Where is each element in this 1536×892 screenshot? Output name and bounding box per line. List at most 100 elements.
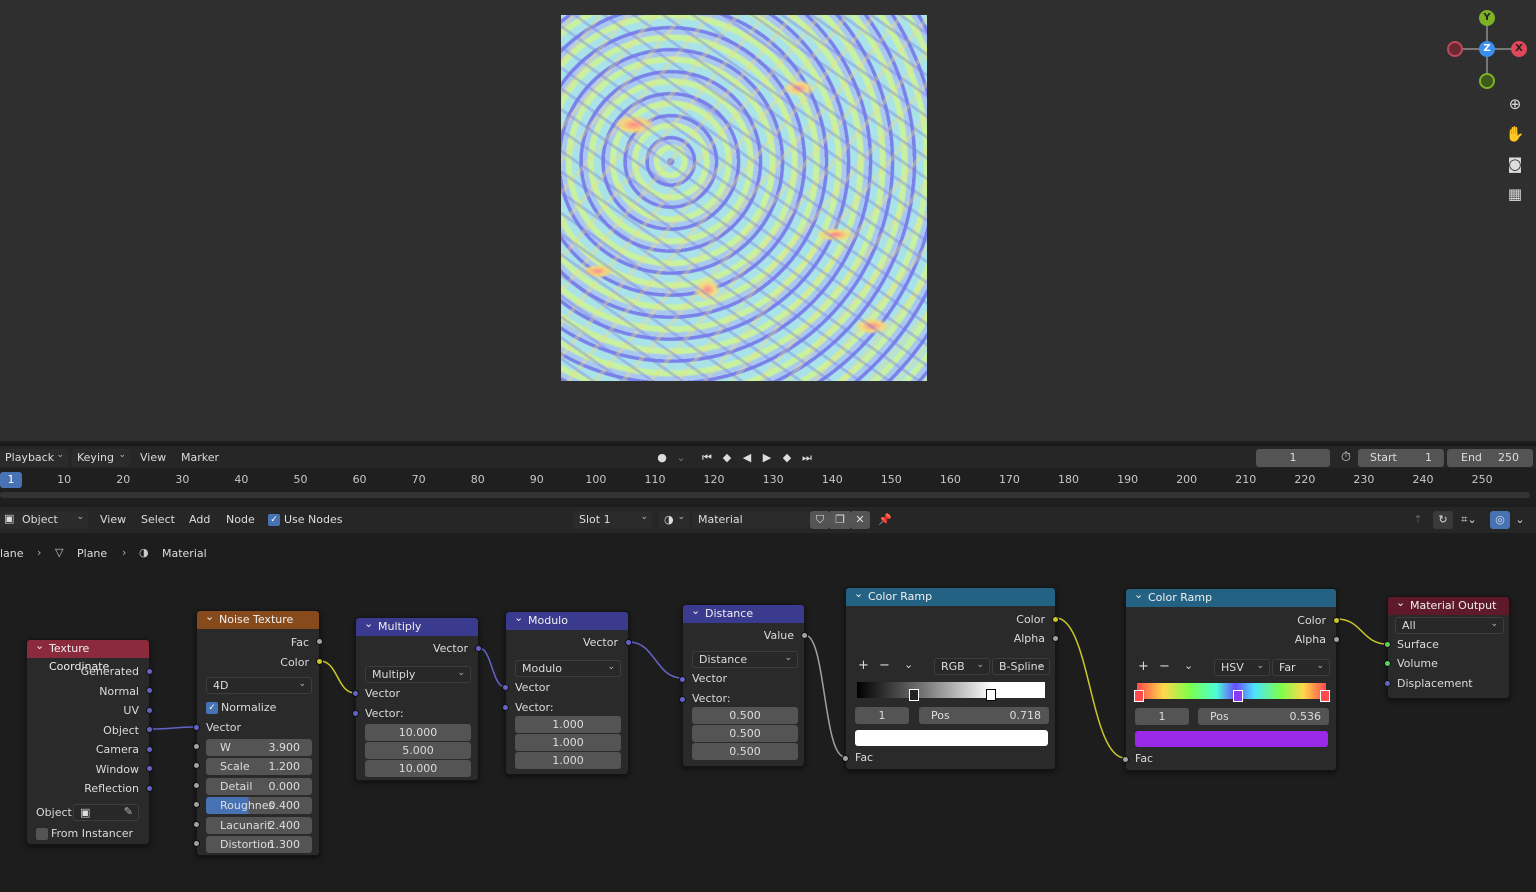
node-title[interactable]: Color Ramp bbox=[846, 585, 1055, 606]
stop-pos-field[interactable]: Pos 0.718 bbox=[919, 707, 1049, 724]
output-socket[interactable] bbox=[146, 746, 153, 753]
overlays-dropdown-icon[interactable]: ⌄ bbox=[1510, 511, 1530, 529]
remove-stop-icon[interactable]: − bbox=[1159, 659, 1170, 674]
vector-x-field[interactable]: 10.000 bbox=[365, 724, 471, 741]
stopwatch-icon[interactable]: ⏱ bbox=[1336, 449, 1356, 467]
node-multiply[interactable]: Multiply Vector Multiply⌄ Vector Vector:… bbox=[352, 615, 482, 781]
detail-field[interactable]: Detail 0.000 bbox=[206, 778, 312, 795]
marker-menu[interactable]: Marker bbox=[181, 451, 219, 464]
material-name-field[interactable]: Material bbox=[692, 511, 810, 529]
output-socket[interactable] bbox=[801, 632, 808, 639]
pan-hand-icon[interactable]: ✋ bbox=[1503, 122, 1527, 146]
overlays-icon[interactable]: ◎ bbox=[1490, 511, 1510, 529]
input-socket[interactable] bbox=[193, 762, 200, 769]
timeline-scrollbar[interactable] bbox=[0, 492, 1530, 498]
from-instancer-checkbox[interactable] bbox=[36, 828, 48, 840]
output-socket[interactable] bbox=[475, 645, 482, 652]
node-select-menu[interactable]: Select bbox=[141, 513, 175, 526]
input-socket[interactable] bbox=[193, 743, 200, 750]
start-frame-field[interactable]: Start 1 bbox=[1358, 449, 1444, 467]
ramp-stop-active[interactable] bbox=[986, 689, 996, 701]
stop-color-swatch[interactable] bbox=[1135, 731, 1328, 747]
operation-dropdown[interactable]: Distance ⌄ bbox=[692, 651, 798, 668]
zoom-icon[interactable]: ⊕ bbox=[1503, 92, 1527, 116]
node-title[interactable]: Distance bbox=[683, 602, 804, 623]
pin-icon[interactable]: 📌 bbox=[875, 511, 895, 529]
parent-node-tree-icon[interactable]: ⇡ bbox=[1408, 511, 1428, 529]
output-socket[interactable] bbox=[1333, 617, 1340, 624]
vector-x-field[interactable]: 1.000 bbox=[515, 716, 621, 733]
ramp-stop[interactable] bbox=[1134, 690, 1144, 702]
jump-start-icon[interactable]: ⏮ bbox=[697, 449, 717, 467]
input-socket[interactable] bbox=[193, 840, 200, 847]
node-title[interactable]: Noise Texture bbox=[197, 608, 319, 629]
vector-y-field[interactable]: 1.000 bbox=[515, 734, 621, 751]
input-socket[interactable] bbox=[193, 782, 200, 789]
gizmo-y[interactable]: Y bbox=[1479, 10, 1495, 26]
add-stop-icon[interactable]: + bbox=[1138, 659, 1149, 674]
add-stop-icon[interactable]: + bbox=[858, 658, 869, 673]
node-add-menu[interactable]: Add bbox=[189, 513, 210, 526]
record-icon[interactable]: ● bbox=[652, 449, 672, 467]
vector-z-field[interactable]: 10.000 bbox=[365, 760, 471, 777]
input-socket[interactable] bbox=[352, 710, 359, 717]
use-nodes-checkbox[interactable]: ✓ bbox=[268, 514, 280, 526]
node-distance[interactable]: Distance Value Distance⌄ Vector Vector: … bbox=[679, 602, 808, 767]
vector-y-field[interactable]: 0.500 bbox=[692, 725, 798, 742]
mode-dropdown[interactable]: ▣ Object ⌄ bbox=[0, 511, 88, 529]
operation-dropdown[interactable]: Modulo ⌄ bbox=[515, 660, 621, 677]
ramp-stop[interactable] bbox=[1320, 690, 1330, 702]
w-field[interactable]: W 3.900 bbox=[206, 739, 312, 756]
input-socket[interactable] bbox=[193, 801, 200, 808]
stop-index-field[interactable]: 1 bbox=[855, 707, 909, 724]
node-title[interactable]: Texture Coordinate bbox=[27, 637, 149, 673]
object-picker[interactable]: ▣ ✎ bbox=[73, 804, 139, 821]
node-texture-coordinate[interactable]: Texture Coordinate Generated Normal UV O… bbox=[26, 637, 153, 845]
output-socket[interactable] bbox=[1333, 636, 1340, 643]
jump-end-icon[interactable]: ⏭ bbox=[797, 449, 817, 467]
output-socket[interactable] bbox=[1052, 635, 1059, 642]
playback-menu[interactable]: Playback ⌄ bbox=[0, 449, 68, 467]
roughness-field[interactable]: Roughnes 0.400 bbox=[206, 797, 312, 814]
keying-menu[interactable]: Keying ⌄ bbox=[72, 449, 130, 467]
input-socket[interactable] bbox=[679, 696, 686, 703]
remove-stop-icon[interactable]: − bbox=[879, 658, 890, 673]
vector-z-field[interactable]: 1.000 bbox=[515, 752, 621, 769]
dimensions-dropdown[interactable]: 4D ⌄ bbox=[206, 677, 312, 694]
timeline-view-menu[interactable]: View bbox=[140, 451, 166, 464]
timeline-ruler[interactable]: 10 20 30 40 50 60 70 80 90 100 110 120 130 140 150 160 1… bbox=[0, 468, 1536, 504]
output-socket[interactable] bbox=[316, 638, 323, 645]
node-node-menu[interactable]: Node bbox=[226, 513, 255, 526]
record-options-icon[interactable]: ⌄ bbox=[671, 449, 691, 467]
next-keyframe-icon[interactable]: ◆ bbox=[777, 449, 797, 467]
node-color-ramp-2[interactable]: Color Ramp Color Alpha + − ⌄ HSV⌄ Far⌄ 1… bbox=[1122, 586, 1340, 771]
stop-index-field[interactable]: 1 bbox=[1135, 708, 1189, 725]
target-dropdown[interactable]: All ⌄ bbox=[1395, 617, 1504, 634]
scale-field[interactable]: Scale 1.200 bbox=[206, 758, 312, 775]
ramp-stop[interactable] bbox=[909, 689, 919, 701]
input-socket[interactable] bbox=[1384, 680, 1391, 687]
output-socket[interactable] bbox=[146, 707, 153, 714]
material-browse-button[interactable]: ◑ ⌄ bbox=[659, 511, 689, 529]
output-socket[interactable] bbox=[146, 668, 153, 675]
operation-dropdown[interactable]: Multiply ⌄ bbox=[365, 666, 471, 683]
normalize-checkbox[interactable]: ✓ bbox=[206, 702, 218, 714]
input-socket[interactable] bbox=[679, 676, 686, 683]
gizmo-z[interactable]: Z bbox=[1479, 41, 1495, 57]
input-socket[interactable] bbox=[1384, 660, 1391, 667]
node-noise-texture[interactable]: Noise Texture Fac Color 4D⌄ ✓ Normalize … bbox=[193, 608, 323, 856]
stop-pos-field[interactable]: Pos 0.536 bbox=[1198, 708, 1329, 725]
ramp-menu-icon[interactable]: ⌄ bbox=[904, 658, 913, 671]
input-socket[interactable] bbox=[1122, 756, 1129, 763]
node-title[interactable]: Multiply bbox=[356, 615, 478, 636]
input-socket[interactable] bbox=[193, 821, 200, 828]
vector-x-field[interactable]: 0.500 bbox=[692, 707, 798, 724]
node-modulo[interactable]: Modulo Vector Modulo⌄ Vector Vector: 1.0… bbox=[502, 609, 632, 775]
unlink-material-icon[interactable]: ✕ bbox=[850, 511, 870, 529]
camera-icon[interactable]: ◙ bbox=[1503, 152, 1527, 176]
node-title[interactable]: Modulo bbox=[506, 609, 628, 630]
distortion-field[interactable]: Distortion 1.300 bbox=[206, 836, 312, 853]
output-socket[interactable] bbox=[625, 639, 632, 646]
vector-z-field[interactable]: 0.500 bbox=[692, 743, 798, 760]
interpolation-dropdown[interactable]: Far ⌄ bbox=[1272, 659, 1330, 676]
